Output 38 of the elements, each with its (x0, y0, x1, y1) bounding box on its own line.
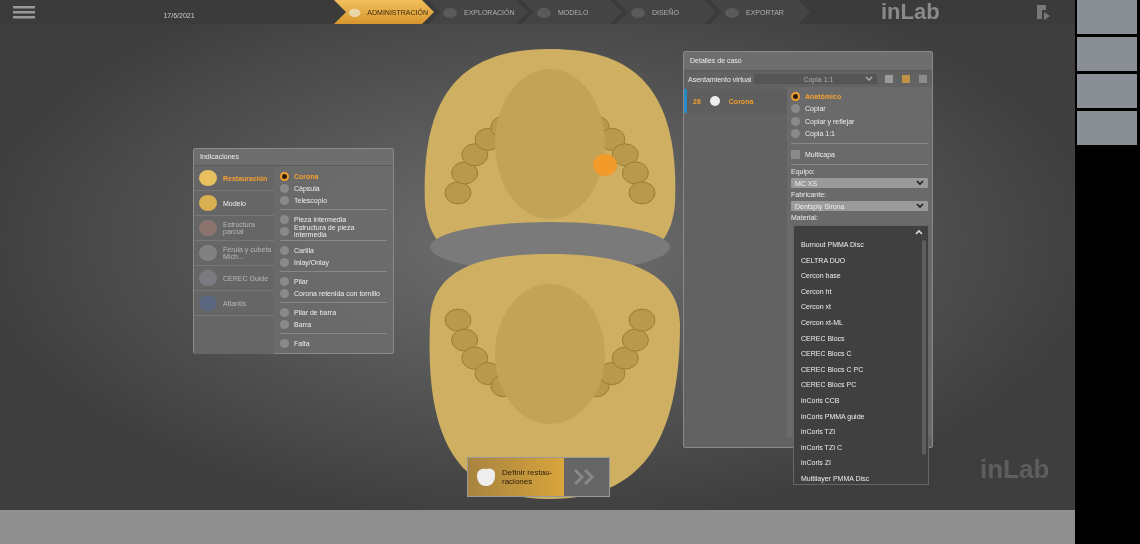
radio-button[interactable] (280, 195, 289, 205)
video-placeholder (1077, 37, 1137, 71)
app-logo: inLab (881, 0, 940, 24)
chevron-down-icon (865, 76, 874, 82)
chevron-down-icon (916, 203, 924, 209)
category-icon (198, 169, 218, 187)
radio-button[interactable] (280, 183, 289, 193)
radio-button[interactable] (791, 104, 800, 114)
chevron-down-icon (916, 180, 924, 186)
radio-button[interactable] (280, 307, 289, 317)
radio-button[interactable] (280, 171, 289, 181)
define-restorations-button[interactable]: Definir restau- raciones (467, 457, 610, 497)
category-icon (198, 269, 218, 287)
video-placeholder (1077, 0, 1137, 34)
radio-button[interactable] (280, 245, 289, 255)
category-icon (198, 194, 218, 212)
radio-button[interactable] (791, 91, 800, 101)
radio-button[interactable] (280, 288, 289, 298)
radio-button[interactable] (280, 276, 289, 286)
video-placeholder (1077, 74, 1137, 108)
video-placeholder (1077, 111, 1137, 145)
tooth-icon (708, 95, 721, 107)
radio-button[interactable] (280, 257, 289, 267)
dental-arch-model-drawing[interactable] (424, 49, 680, 499)
menu-icon[interactable] (13, 5, 35, 19)
radio-button[interactable] (280, 214, 289, 224)
category-icon (198, 219, 218, 237)
tooth-icon (474, 466, 498, 488)
radio-button[interactable] (280, 338, 289, 348)
checkbox-icon[interactable] (791, 149, 800, 159)
radio-button[interactable] (280, 319, 289, 329)
export-icon[interactable] (1034, 3, 1051, 21)
radio-button[interactable] (280, 226, 289, 236)
category-icon (198, 244, 218, 262)
radio-button[interactable] (791, 116, 800, 126)
radio-button[interactable] (791, 129, 800, 139)
chevron-up-icon[interactable] (915, 228, 923, 235)
category-icon (198, 294, 218, 312)
